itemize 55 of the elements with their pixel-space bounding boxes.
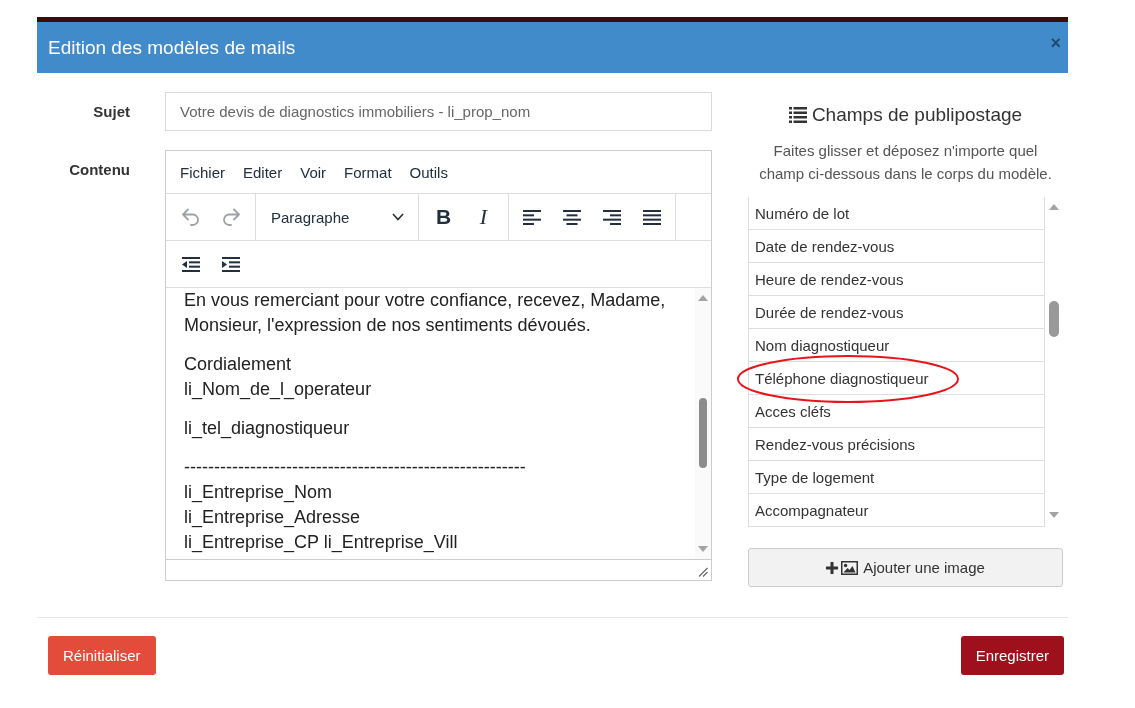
plus-icon: [826, 561, 839, 574]
editor-text-line: En vous remerciant pour votre confiance, recevez, Madame, Monsieur, l'expression de nos sentiments dévoués.: [184, 289, 667, 337]
panel-title: Champs de publipostage: [811, 104, 1023, 126]
merge-field-item[interactable]: Date de rendez-vous: [748, 230, 1045, 263]
merge-field-item[interactable]: Type de logement: [748, 461, 1045, 494]
scrollbar-thumb[interactable]: [699, 398, 707, 468]
menu-item[interactable]: Format: [335, 159, 401, 185]
undo-icon: [180, 208, 201, 226]
subject-input[interactable]: Votre devis de diagnostics immobiliers - li_prop_nom: [165, 92, 712, 131]
redo-icon: [220, 208, 241, 226]
outdent-icon: [182, 256, 200, 272]
scroll-up-arrow-icon[interactable]: [698, 295, 708, 301]
editor-text-line: li_Entreprise_CP li_Entreprise_Vill: [184, 531, 458, 555]
resize-handle-icon[interactable]: [698, 567, 708, 577]
merge-field-item[interactable]: Numéro de lot: [748, 197, 1045, 230]
merge-field-item[interactable]: Nom diagnostiqueur: [748, 329, 1045, 362]
editor-text-line: li_Nom_de_l_operateur: [184, 378, 372, 402]
editor-text-line: li_tel_diagnostiqueur: [184, 417, 350, 441]
reset-button[interactable]: Réinitialiser: [48, 636, 156, 675]
editor-text-line: Cordialement: [184, 353, 292, 376]
align-left-icon: [523, 209, 541, 225]
merge-field-item[interactable]: Téléphone diagnostiqueur: [748, 362, 1045, 395]
list-icon: [788, 107, 807, 123]
chevron-down-icon: [392, 213, 404, 221]
align-center-icon: [563, 209, 581, 225]
merge-field-item[interactable]: Heure de rendez-vous: [748, 263, 1045, 296]
indent-icon: [222, 256, 240, 272]
editor-text-line: ---------------------------------------------------------: [184, 456, 526, 479]
save-button[interactable]: Enregistrer: [960, 636, 1064, 675]
menu-item[interactable]: Editer: [234, 159, 292, 185]
editor-text-line: li_Entreprise_Adresse: [184, 506, 361, 530]
dialog-title: Edition des modèles de mails: [48, 36, 296, 59]
merge-field-item[interactable]: Accompagnateur: [748, 494, 1045, 527]
scroll-down-arrow-icon[interactable]: [698, 546, 708, 552]
bold-button[interactable]: B: [426, 200, 461, 234]
scrollbar-thumb[interactable]: [1049, 301, 1059, 337]
image-icon: [841, 560, 859, 575]
editor-text-line: li_Entreprise_Nom: [184, 481, 333, 505]
merge-field-item[interactable]: Acces cléfs: [748, 395, 1045, 428]
field-label: Sujet: [93, 103, 130, 120]
paragraph-format-dropdown[interactable]: Paragraphe: [263, 200, 411, 234]
justify-icon: [643, 209, 661, 225]
scroll-down-arrow-icon[interactable]: [1049, 512, 1059, 518]
field-label: Contenu: [69, 161, 130, 178]
menu-item[interactable]: Outils: [400, 159, 457, 185]
add-image-button[interactable]: Ajouter une image: [748, 548, 1063, 587]
merge-field-item[interactable]: Rendez-vous précisions: [748, 428, 1045, 461]
align-right-icon: [603, 209, 621, 225]
menu-item[interactable]: Fichier: [171, 159, 234, 185]
panel-description: Faites glisser et déposez n'importe quel champ ci-dessous dans le corps du modèle.: [758, 141, 1053, 184]
italic-button[interactable]: I: [466, 200, 501, 234]
menu-item[interactable]: Voir: [291, 159, 336, 185]
scrollbar[interactable]: [695, 288, 711, 559]
scroll-up-arrow-icon[interactable]: [1049, 204, 1059, 210]
merge-field-item[interactable]: Durée de rendez-vous: [748, 296, 1045, 329]
